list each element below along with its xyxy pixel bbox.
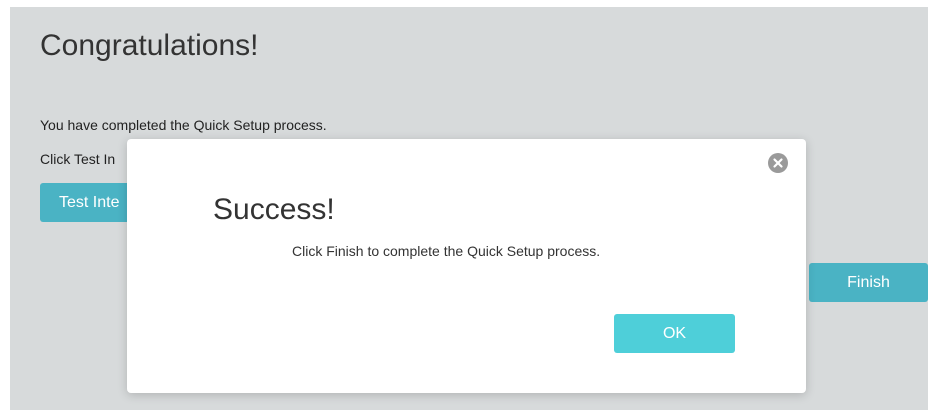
dialog-title: Success! <box>213 193 335 226</box>
page-title: Congratulations! <box>40 29 259 62</box>
completed-message: You have completed the Quick Setup proce… <box>40 117 327 133</box>
finish-button[interactable]: Finish <box>809 263 928 302</box>
ok-button[interactable]: OK <box>614 314 735 353</box>
close-x-glyph <box>773 158 783 168</box>
test-instruction: Click Test In <box>40 151 116 167</box>
close-circle-icon[interactable] <box>768 153 788 173</box>
dialog-message: Click Finish to complete the Quick Setup… <box>292 243 601 259</box>
success-dialog: Success! Click Finish to complete the Qu… <box>127 139 806 393</box>
